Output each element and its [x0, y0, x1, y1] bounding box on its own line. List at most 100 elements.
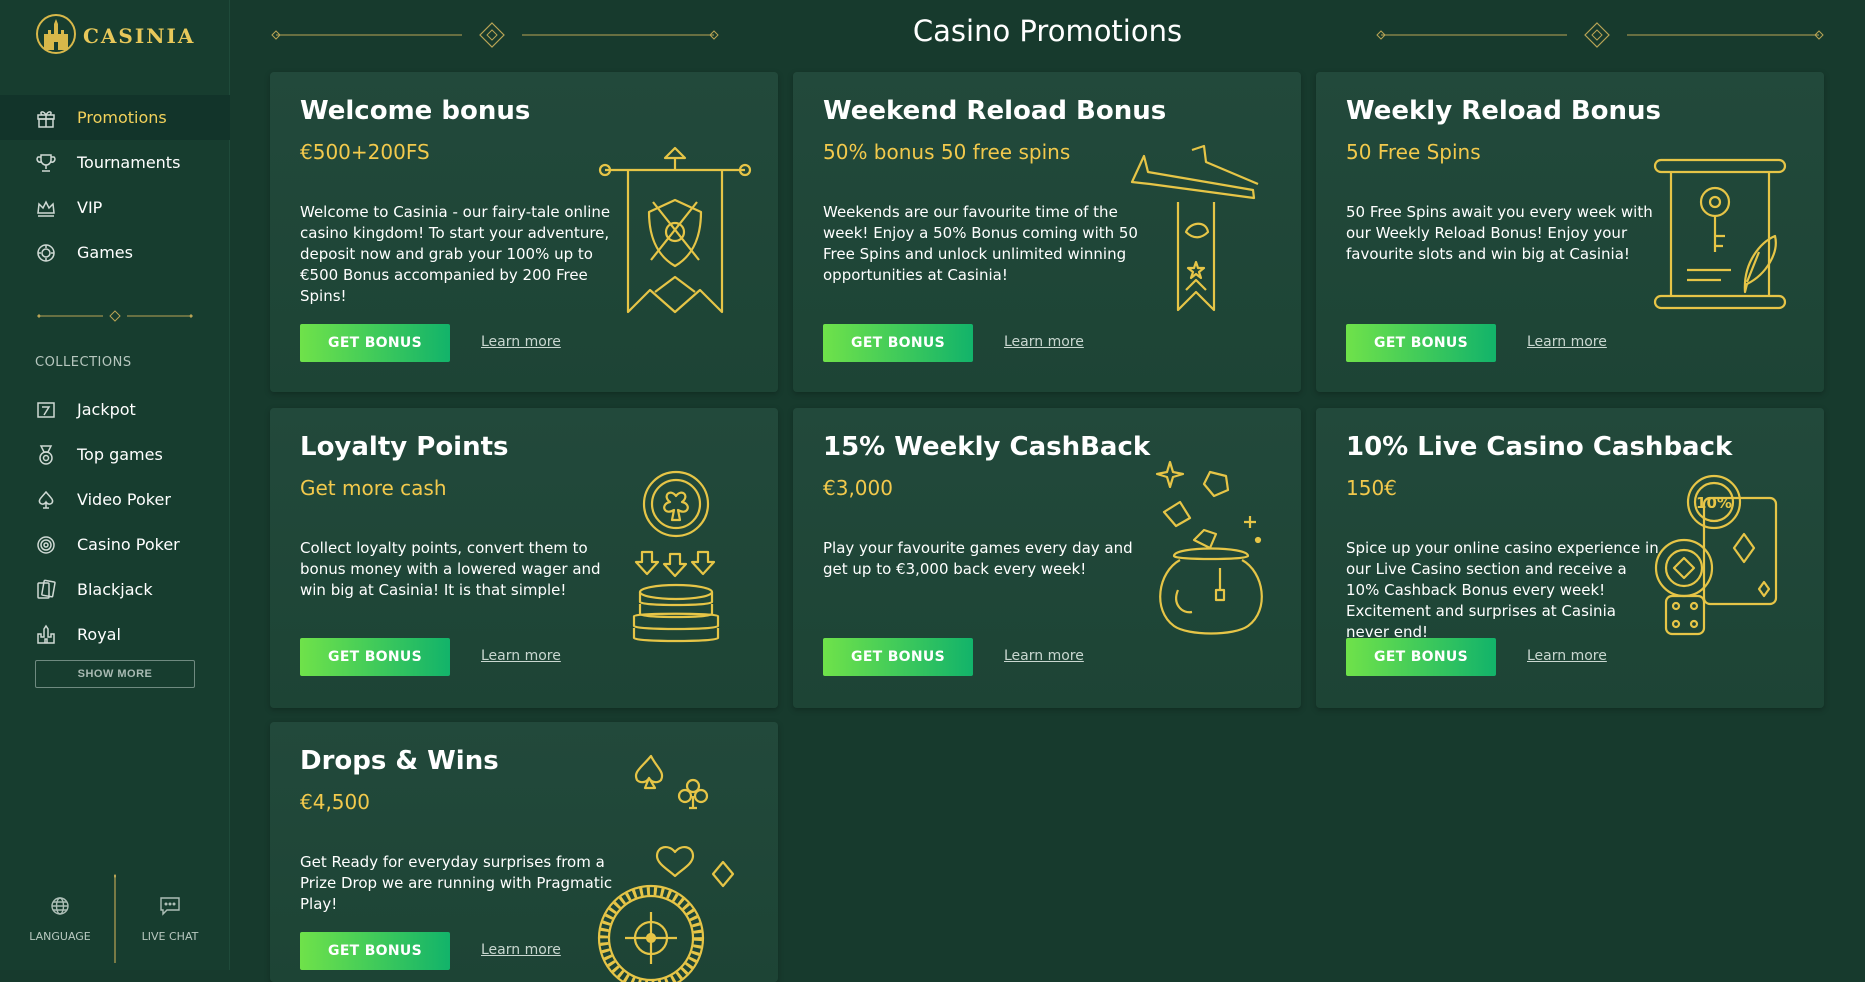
promo-card-weekend-reload: Weekend Reload Bonus 50% bonus 50 free s…	[793, 72, 1301, 392]
treasure-pot-icon	[1155, 460, 1263, 635]
sidebar-item-promotions[interactable]: Promotions	[0, 95, 230, 140]
sidebar-item-jackpot[interactable]: Jackpot	[0, 387, 230, 432]
chat-bubble-icon	[158, 895, 182, 920]
coins-icon	[632, 470, 720, 643]
sidebar-item-games[interactable]: Games	[0, 230, 230, 275]
spade-icon	[35, 489, 57, 511]
sidebar: CASINIA Promotions Tournaments VIP Games	[0, 0, 230, 970]
language-label: LANGUAGE	[29, 930, 91, 943]
sidebar-item-label: Top games	[77, 445, 163, 464]
promo-card-drops-wins: Drops & Wins €4,500 Get Ready for everyd…	[270, 722, 778, 982]
promo-subtitle: 50% bonus 50 free spins	[823, 140, 1071, 164]
promo-subtitle: €500+200FS	[300, 140, 430, 164]
language-button[interactable]: LANGUAGE	[10, 895, 110, 943]
promo-title: Weekend Reload Bonus	[823, 96, 1167, 126]
get-bonus-button[interactable]: GET BONUS	[823, 324, 973, 362]
promo-card-loyalty-points: Loyalty Points Get more cash Collect loy…	[270, 408, 778, 708]
promo-title: Weekly Reload Bonus	[1346, 96, 1662, 126]
promo-description: Weekends are our favourite time of the w…	[823, 203, 1138, 284]
sidebar-item-label: Tournaments	[77, 153, 181, 172]
trophy-icon	[35, 152, 57, 174]
ornament-divider	[37, 310, 193, 322]
sidebar-footer: LANGUAGE LIVE CHAT	[0, 865, 230, 970]
promo-description: Collect loyalty points, convert them to …	[300, 539, 601, 599]
logo[interactable]: CASINIA	[35, 12, 195, 60]
promo-title: Welcome bonus	[300, 96, 531, 126]
castle-logo-icon	[35, 12, 77, 60]
get-bonus-button[interactable]: GET BONUS	[300, 324, 450, 362]
slot-seven-icon	[35, 399, 57, 421]
promo-title: 10% Live Casino Cashback	[1346, 432, 1733, 462]
sidebar-item-blackjack[interactable]: Blackjack	[0, 567, 230, 612]
roulette-suits-icon	[597, 754, 735, 982]
promo-description: Spice up your online casino experience i…	[1346, 539, 1659, 641]
learn-more-link[interactable]: Learn more	[481, 942, 561, 958]
promo-subtitle: €4,500	[300, 790, 370, 814]
sidebar-item-label: Video Poker	[77, 490, 171, 509]
promo-subtitle: €3,000	[823, 476, 893, 500]
promo-card-weekly-cashback: 15% Weekly CashBack €3,000 Play your fav…	[793, 408, 1301, 708]
show-more-button[interactable]: SHOW MORE	[35, 660, 195, 688]
promo-card-live-casino-cashback: 10% Live Casino Cashback 150€ Spice up y…	[1316, 408, 1824, 708]
get-bonus-button[interactable]: GET BONUS	[823, 638, 973, 676]
promo-subtitle: Get more cash	[300, 476, 447, 500]
page-header: Casino Promotions	[270, 12, 1825, 56]
sidebar-item-tournaments[interactable]: Tournaments	[0, 140, 230, 185]
header-ornament-right	[1376, 22, 1824, 48]
promo-title: 15% Weekly CashBack	[823, 432, 1151, 462]
sidebar-item-label: Casino Poker	[77, 535, 180, 554]
chips-dice-icon: 10%	[1654, 474, 1778, 636]
sidebar-item-vip[interactable]: VIP	[0, 185, 230, 230]
sidebar-item-label: VIP	[77, 198, 103, 217]
collections-nav: Jackpot Top games Video Poker Casino Pok…	[0, 387, 230, 657]
sidebar-item-label: Promotions	[77, 108, 167, 127]
get-bonus-button[interactable]: GET BONUS	[1346, 638, 1496, 676]
live-chat-button[interactable]: LIVE CHAT	[120, 895, 220, 943]
promo-subtitle: 50 Free Spins	[1346, 140, 1481, 164]
collections-heading: COLLECTIONS	[35, 355, 132, 370]
sidebar-item-royal[interactable]: Royal	[0, 612, 230, 657]
chip-icon	[35, 242, 57, 264]
learn-more-link[interactable]: Learn more	[481, 648, 561, 664]
sidebar-item-label: Blackjack	[77, 580, 153, 599]
live-chat-label: LIVE CHAT	[141, 930, 199, 943]
globe-icon	[49, 895, 71, 920]
learn-more-link[interactable]: Learn more	[1527, 648, 1607, 664]
sidebar-item-top-games[interactable]: Top games	[0, 432, 230, 477]
learn-more-link[interactable]: Learn more	[481, 334, 561, 350]
sidebar-item-label: Games	[77, 243, 133, 262]
sidebar-item-label: Royal	[77, 625, 121, 644]
promo-description: 50 Free Spins await you every week with …	[1346, 203, 1653, 263]
banner-shield-icon	[598, 146, 752, 314]
sidebar-item-video-poker[interactable]: Video Poker	[0, 477, 230, 522]
get-bonus-button[interactable]: GET BONUS	[300, 638, 450, 676]
promo-title: Drops & Wins	[300, 746, 499, 776]
learn-more-link[interactable]: Learn more	[1004, 648, 1084, 664]
sidebar-item-label: Jackpot	[77, 400, 136, 419]
learn-more-link[interactable]: Learn more	[1004, 334, 1084, 350]
poker-chip-icon	[35, 534, 57, 556]
learn-more-link[interactable]: Learn more	[1527, 334, 1607, 350]
footer-divider	[114, 874, 116, 963]
trumpets-banner-icon	[1130, 144, 1259, 312]
castle-icon	[35, 624, 57, 646]
main-nav: Promotions Tournaments VIP Games	[0, 95, 230, 275]
logo-text: CASINIA	[83, 24, 196, 48]
get-bonus-button[interactable]: GET BONUS	[300, 932, 450, 970]
gift-icon	[35, 107, 57, 129]
promo-title: Loyalty Points	[300, 432, 509, 462]
cards-icon	[35, 579, 57, 601]
main-content: Casino Promotions Welcome bonus €500+200…	[230, 0, 1865, 982]
scroll-key-icon	[1653, 158, 1787, 310]
promo-description: Welcome to Casinia - our fairy-tale onli…	[300, 203, 611, 305]
promo-subtitle: 150€	[1346, 476, 1397, 500]
promo-card-weekly-reload: Weekly Reload Bonus 50 Free Spins 50 Fre…	[1316, 72, 1824, 392]
crown-icon	[35, 197, 57, 219]
cashback-chip-label: 10%	[1696, 494, 1732, 512]
sidebar-item-casino-poker[interactable]: Casino Poker	[0, 522, 230, 567]
get-bonus-button[interactable]: GET BONUS	[1346, 324, 1496, 362]
promo-description: Play your favourite games every day and …	[823, 539, 1133, 578]
medal-icon	[35, 444, 57, 466]
promo-card-welcome-bonus: Welcome bonus €500+200FS Welcome to Casi…	[270, 72, 778, 392]
promo-description: Get Ready for everyday surprises from a …	[300, 853, 613, 913]
